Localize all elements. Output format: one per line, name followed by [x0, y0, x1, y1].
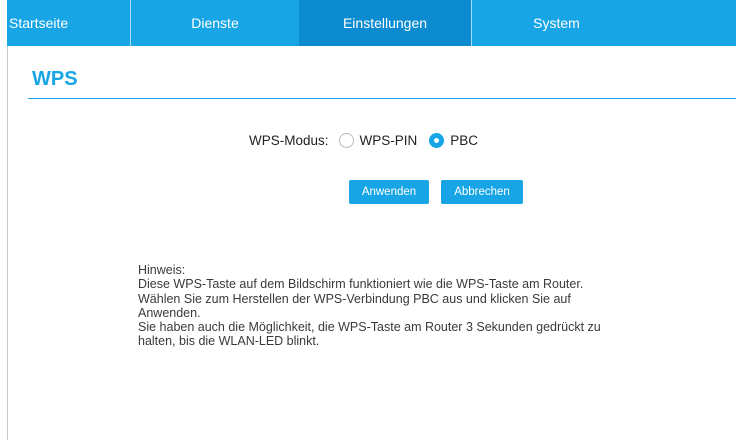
apply-button[interactable]: Anwenden [349, 180, 429, 204]
tab-startseite[interactable]: Startseite [7, 0, 131, 46]
hint-line: Diese WPS-Taste auf dem Bildschirm funkt… [138, 277, 584, 292]
tab-system[interactable]: System [471, 0, 641, 46]
hint-line: halten, bis die WLAN-LED blinkt. [138, 334, 320, 349]
wps-pin-label[interactable]: WPS-PIN [360, 133, 418, 148]
hint-text: Hinweis: Diese WPS-Taste auf dem Bildsch… [138, 263, 728, 349]
title-divider [28, 98, 736, 99]
hint-line: Sie haben auch die Möglichkeit, die WPS-… [138, 320, 601, 335]
page-title: WPS [32, 68, 78, 90]
hint-line: Wählen Sie zum Herstellen der WPS-Verbin… [138, 291, 571, 306]
hint-line: Anwenden. [138, 305, 201, 320]
wps-mode-label: WPS-Modus: [249, 132, 329, 148]
tab-dienste[interactable]: Dienste [131, 0, 299, 46]
cancel-button[interactable]: Abbrechen [441, 180, 523, 204]
wps-mode-row: WPS-Modus: WPS-PIN PBC [249, 130, 490, 150]
pbc-label[interactable]: PBC [450, 133, 478, 148]
pbc-radio[interactable] [429, 132, 445, 148]
hint-heading: Hinweis: [138, 263, 186, 277]
tab-einstellungen[interactable]: Einstellungen [299, 0, 471, 46]
wps-pin-radio[interactable] [338, 132, 354, 148]
top-navigation: Startseite Dienste Einstellungen System [7, 0, 736, 46]
content-frame [7, 0, 736, 440]
